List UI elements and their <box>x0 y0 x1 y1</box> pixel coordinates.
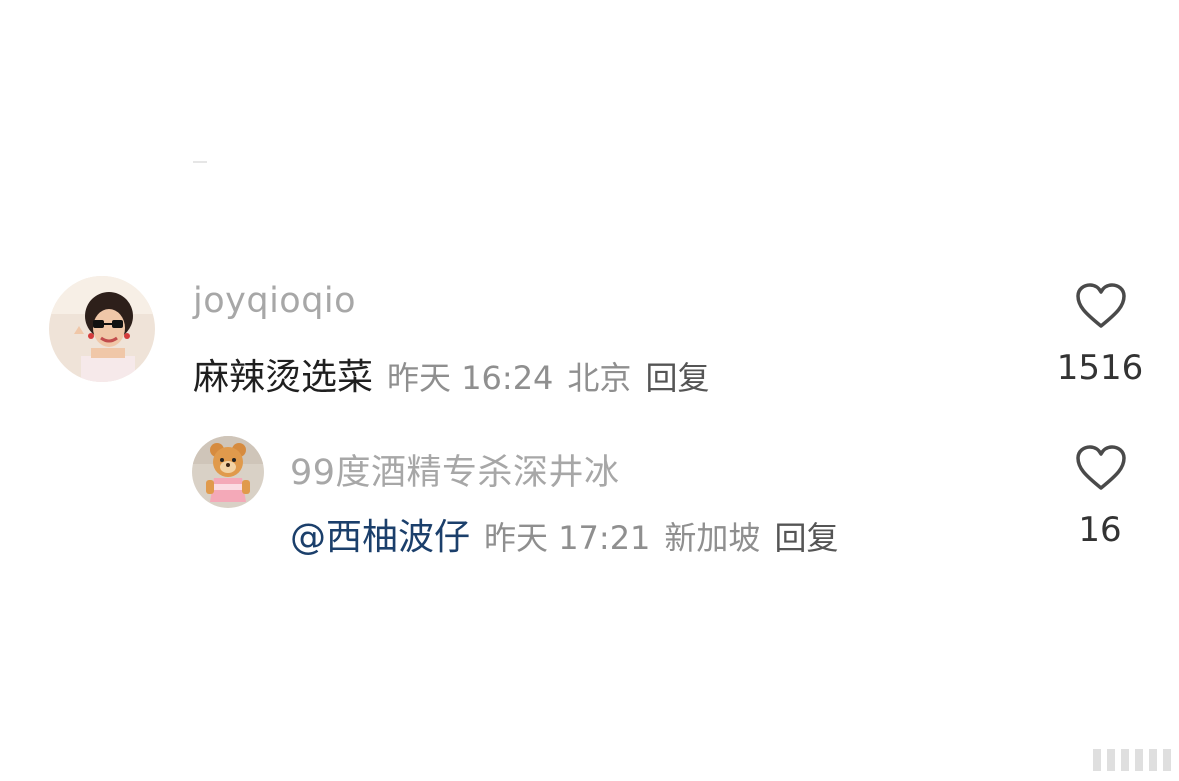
comment-time: 昨天 16:24 <box>387 359 554 397</box>
like-count: 16 <box>1078 510 1122 550</box>
reply-button[interactable]: 回复 <box>774 513 838 559</box>
comment-thread: joyqioqio 麻辣烫选菜 昨天 16:24 北京 回复 1516 99度酒… <box>0 0 1179 781</box>
like-count: 1516 <box>1056 348 1144 388</box>
watermark-bar <box>1163 749 1171 771</box>
bear-mascot-icon <box>192 436 264 508</box>
mention-link[interactable]: @西柚波仔 <box>290 508 470 560</box>
reply-button[interactable]: 回复 <box>645 353 709 399</box>
heart-outline-icon[interactable] <box>1075 444 1127 492</box>
decorative-mark <box>193 161 207 163</box>
reply-username[interactable]: 99度酒精专杀深井冰 <box>290 444 620 495</box>
watermark-bar <box>1121 749 1129 771</box>
profile-photo-icon <box>49 276 155 382</box>
comment-body-line: 麻辣烫选菜 昨天 16:24 北京 回复 <box>193 348 709 400</box>
watermark-bar <box>1093 749 1101 771</box>
comment-location: 北京 <box>567 359 632 397</box>
reply-time: 昨天 17:21 <box>484 519 651 557</box>
reply-location: 新加坡 <box>664 519 761 557</box>
comment-username[interactable]: joyqioqio <box>193 281 356 321</box>
avatar[interactable] <box>49 276 155 382</box>
reply-body-line: @西柚波仔 昨天 17:21 新加坡 回复 <box>290 508 838 560</box>
avatar[interactable] <box>192 436 264 508</box>
watermark-bar <box>1107 749 1115 771</box>
watermark-bars <box>1093 749 1171 771</box>
heart-outline-icon[interactable] <box>1075 282 1127 330</box>
watermark-bar <box>1135 749 1143 771</box>
comment-text: 麻辣烫选菜 <box>193 357 374 398</box>
watermark-bar <box>1149 749 1157 771</box>
